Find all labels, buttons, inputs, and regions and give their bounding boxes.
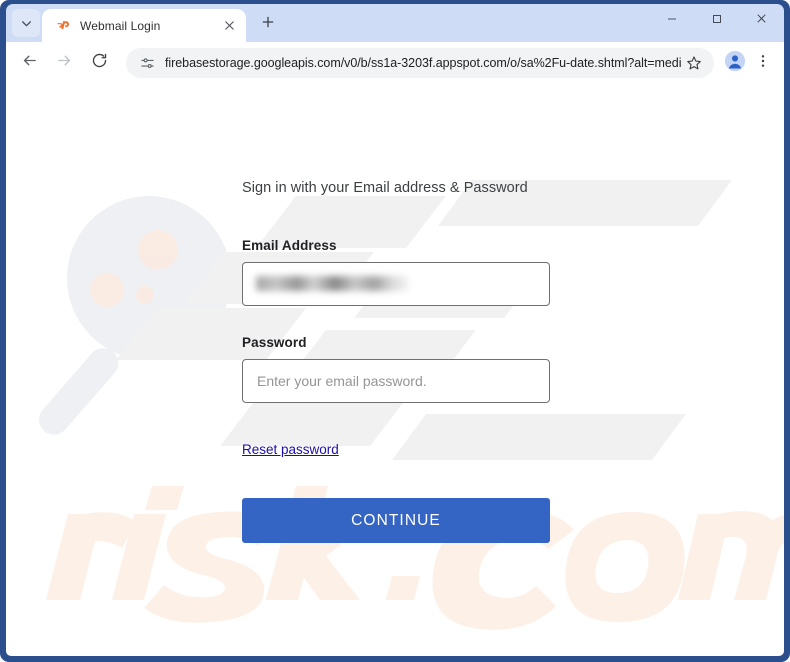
minimize-button[interactable] xyxy=(649,4,694,38)
maximize-button[interactable] xyxy=(694,4,739,38)
close-window-button[interactable] xyxy=(739,4,784,38)
forward-button[interactable] xyxy=(49,48,79,78)
new-tab-button[interactable] xyxy=(254,10,282,38)
chrome-menu-button[interactable] xyxy=(750,48,776,78)
browser-window: Webmail Login firebasestorage.googleapis… xyxy=(0,0,790,662)
plus-icon xyxy=(261,15,275,34)
site-settings-icon[interactable] xyxy=(138,54,156,72)
tab-strip: Webmail Login xyxy=(6,4,784,42)
avatar-icon xyxy=(724,50,746,77)
url-text: firebasestorage.googleapis.com/v0/b/ss1a… xyxy=(165,56,682,70)
page-title: Sign in with your Email address & Passwo… xyxy=(242,180,528,196)
email-field[interactable] xyxy=(242,262,550,306)
address-bar[interactable]: firebasestorage.googleapis.com/v0/b/ss1a… xyxy=(126,48,714,78)
password-label: Password xyxy=(242,335,307,350)
reset-password-link[interactable]: Reset password xyxy=(242,442,339,457)
password-field[interactable] xyxy=(242,359,550,403)
three-dots-icon xyxy=(755,53,771,74)
browser-tab[interactable]: Webmail Login xyxy=(42,9,246,42)
arrow-right-icon xyxy=(56,52,73,74)
browser-toolbar: firebasestorage.googleapis.com/v0/b/ss1a… xyxy=(6,42,784,84)
bookmark-star-icon[interactable] xyxy=(682,51,706,75)
cpanel-icon xyxy=(55,18,71,34)
continue-button[interactable]: CONTINUE xyxy=(242,498,550,543)
login-form: Sign in with your Email address & Passwo… xyxy=(242,180,550,543)
back-button[interactable] xyxy=(14,48,44,78)
close-icon xyxy=(755,12,768,30)
page-content: Sign in with your Email address & Passwo… xyxy=(6,84,784,656)
reload-button[interactable] xyxy=(84,48,114,78)
tab-title: Webmail Login xyxy=(80,18,161,33)
close-icon[interactable] xyxy=(220,17,238,35)
maximize-icon xyxy=(711,12,723,30)
tab-search-button[interactable] xyxy=(12,9,40,37)
email-label: Email Address xyxy=(242,238,337,253)
minimize-icon xyxy=(666,12,678,30)
window-controls xyxy=(649,4,784,38)
password-field-wrap xyxy=(242,359,550,403)
email-field-wrap xyxy=(242,262,550,306)
reload-icon xyxy=(91,52,108,74)
arrow-left-icon xyxy=(21,52,38,74)
profile-button[interactable] xyxy=(720,48,750,78)
chevron-down-icon xyxy=(20,17,33,30)
